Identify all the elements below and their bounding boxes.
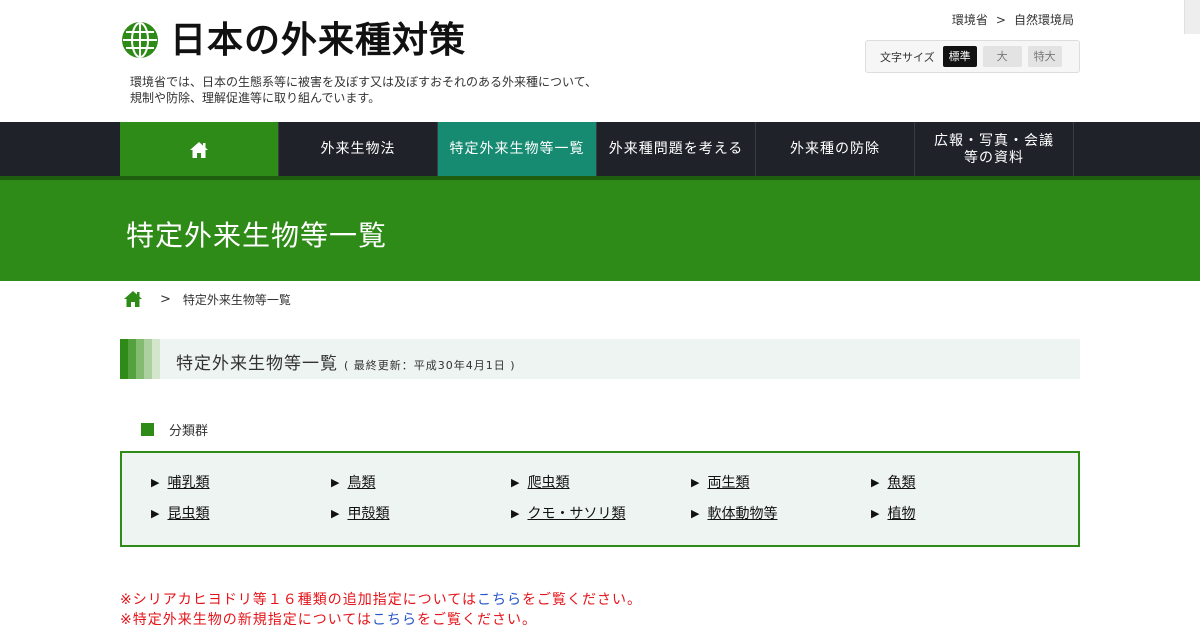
section-title-text: 特定外来生物等一覧 xyxy=(176,354,338,374)
taxon-link-text[interactable]: 両生類 xyxy=(707,472,749,492)
ministry-link[interactable]: 環境省 xyxy=(952,13,988,27)
taxon-link-amphibians[interactable]: ▶ 両生類 xyxy=(691,472,749,492)
nav-invasive-law[interactable]: 外来生物法 xyxy=(279,122,438,177)
triangle-right-icon: ▶ xyxy=(511,475,520,489)
nav-specified-species-list[interactable]: 特定外来生物等一覧 xyxy=(438,122,597,177)
taxon-link-text[interactable]: 魚類 xyxy=(887,472,915,492)
taxon-link-text[interactable]: 昆虫類 xyxy=(167,503,209,523)
nav-label-line: 広報・写真・会議 xyxy=(934,132,1054,149)
font-size-switcher: 文字サイズ 標準 大 特大 xyxy=(865,40,1080,73)
triangle-right-icon: ▶ xyxy=(691,475,700,489)
notice-line: ※シリアカヒヨドリ等１６種類の追加指定についてはこちらをご覧ください。 xyxy=(120,590,642,610)
nav-invasive-control[interactable]: 外来種の防除 xyxy=(756,122,915,177)
notice-line: ※特定外来生物の新規指定についてはこちらをご覧ください。 xyxy=(120,610,642,630)
home-icon xyxy=(190,141,208,158)
notice-link[interactable]: こちら xyxy=(372,612,417,628)
site-title: 日本の外来種対策 xyxy=(170,19,467,61)
nav-label: 特定外来生物等一覧 xyxy=(449,141,585,157)
taxon-link-text[interactable]: 鳥類 xyxy=(347,472,375,492)
notice-text: をご覧ください。 xyxy=(522,592,643,608)
triangle-right-icon: ▶ xyxy=(511,506,520,520)
taxon-link-text[interactable]: 哺乳類 xyxy=(167,472,209,492)
notice-link[interactable]: こちら xyxy=(477,592,522,608)
taxon-link-mammals[interactable]: ▶ 哺乳類 xyxy=(151,472,209,492)
nav-label: 外来生物法 xyxy=(320,141,396,157)
taxon-link-plants[interactable]: ▶ 植物 xyxy=(871,503,915,523)
taxon-link-mollusks[interactable]: ▶ 軟体動物等 xyxy=(691,503,777,523)
classification-box: ▶ 哺乳類 ▶ 鳥類 ▶ 爬虫類 ▶ 両生類 ▶ 魚類 ▶ 昆虫類 ▶ 甲殻類 ▶ クモ・サソリ… xyxy=(120,451,1080,547)
triangle-right-icon: ▶ xyxy=(871,475,880,489)
breadcrumb-separator: > xyxy=(160,291,171,307)
notice-text: ※シリアカヒヨドリ等１６種類の追加指定については xyxy=(120,592,478,608)
notice-text: をご覧ください。 xyxy=(417,612,538,628)
taxon-link-text[interactable]: 植物 xyxy=(887,503,915,523)
section-heading: 特定外来生物等一覧 ( 最終更新：平成30年4月1日 ) xyxy=(120,339,1080,379)
nav-home[interactable] xyxy=(120,122,279,177)
triangle-right-icon: ▶ xyxy=(331,506,340,520)
square-bullet-icon xyxy=(141,423,154,436)
ministry-breadcrumb: 環境省 > 自然環境局 xyxy=(952,11,1074,28)
taxon-link-text[interactable]: 軟体動物等 xyxy=(707,503,777,523)
taxon-link-reptiles[interactable]: ▶ 爬虫類 xyxy=(511,472,569,492)
taxon-link-fish[interactable]: ▶ 魚類 xyxy=(871,472,915,492)
taxon-link-spiders-scorpions[interactable]: ▶ クモ・サソリ類 xyxy=(511,503,625,523)
taxon-link-text[interactable]: 爬虫類 xyxy=(527,472,569,492)
triangle-right-icon: ▶ xyxy=(151,475,160,489)
nav-pr-materials[interactable]: 広報・写真・会議 等の資料 xyxy=(915,122,1074,177)
section-title: 特定外来生物等一覧 ( 最終更新：平成30年4月1日 ) xyxy=(176,349,516,374)
site-description-line: 環境省では、日本の生態系等に被害を及ぼす又は及ぼすおそれのある外来種について、 xyxy=(130,75,598,89)
global-nav: 外来生物法 特定外来生物等一覧 外来種問題を考える 外来種の防除 広報・写真・会… xyxy=(0,122,1200,180)
globe-icon xyxy=(122,22,158,58)
notices: ※シリアカヒヨドリ等１６種類の追加指定についてはこちらをご覧ください。 ※特定外… xyxy=(120,590,642,630)
site-description-line: 規制や防除、理解促進等に取り組んでいます。 xyxy=(130,91,381,105)
nav-label: 広報・写真・会議 等の資料 xyxy=(934,133,1054,167)
page-title: 特定外来生物等一覧 xyxy=(126,219,388,252)
breadcrumb: > 特定外来生物等一覧 xyxy=(122,290,291,308)
nav-label: 外来種問題を考える xyxy=(608,141,744,157)
site-logo[interactable]: 日本の外来種対策 xyxy=(120,20,466,60)
breadcrumb-separator: > xyxy=(995,13,1006,27)
classification-label: 分類群 xyxy=(141,420,208,439)
notice-text: ※特定外来生物の新規指定については xyxy=(120,612,373,628)
breadcrumb-current: 特定外来生物等一覧 xyxy=(182,292,291,307)
triangle-right-icon: ▶ xyxy=(151,506,160,520)
taxon-link-crustaceans[interactable]: ▶ 甲殻類 xyxy=(331,503,389,523)
nav-think-invasive-issues[interactable]: 外来種問題を考える xyxy=(597,122,756,177)
page-hero: 特定外来生物等一覧 xyxy=(0,180,1200,281)
font-size-label: 文字サイズ xyxy=(880,50,935,64)
last-updated: ( 最終更新：平成30年4月1日 ) xyxy=(344,359,516,372)
site-description: 環境省では、日本の生態系等に被害を及ぼす又は及ぼすおそれのある外来種について、 … xyxy=(130,74,650,106)
heading-stripes-decoration xyxy=(120,339,160,379)
classification-label-text: 分類群 xyxy=(169,424,209,439)
home-icon[interactable] xyxy=(122,290,144,308)
taxon-link-text[interactable]: クモ・サソリ類 xyxy=(527,503,625,523)
nav-label-line: 等の資料 xyxy=(964,149,1024,166)
font-size-standard-button[interactable]: 標準 xyxy=(942,46,977,67)
scrollbar[interactable] xyxy=(1184,0,1200,34)
font-size-large-button[interactable]: 大 xyxy=(982,46,1022,67)
taxon-link-text[interactable]: 甲殻類 xyxy=(347,503,389,523)
nav-label: 外来種の防除 xyxy=(790,141,880,157)
taxon-link-birds[interactable]: ▶ 鳥類 xyxy=(331,472,375,492)
triangle-right-icon: ▶ xyxy=(331,475,340,489)
bureau-link[interactable]: 自然環境局 xyxy=(1014,13,1074,27)
triangle-right-icon: ▶ xyxy=(871,506,880,520)
taxon-link-insects[interactable]: ▶ 昆虫類 xyxy=(151,503,209,523)
font-size-xlarge-button[interactable]: 特大 xyxy=(1027,46,1062,67)
triangle-right-icon: ▶ xyxy=(691,506,700,520)
